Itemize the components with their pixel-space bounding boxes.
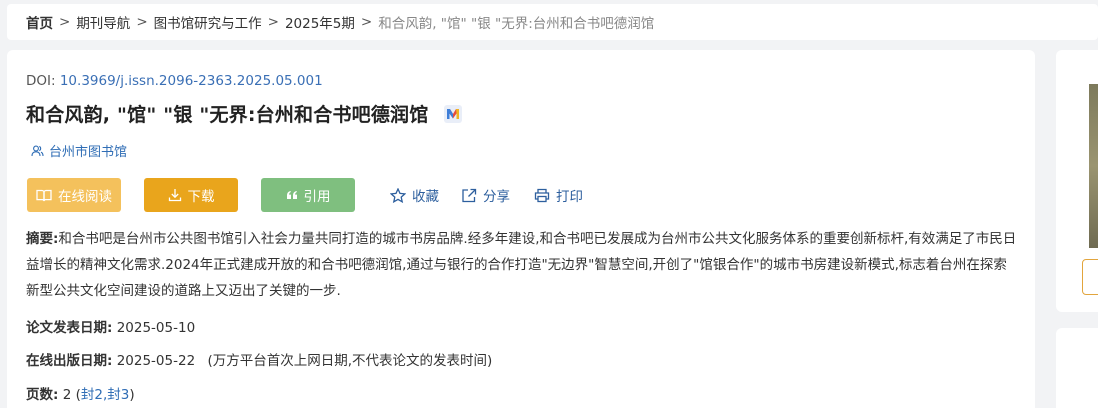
breadcrumb: 首页 > 期刊导航 > 图书馆研究与工作 > 2025年5期 > 和合风韵, "… — [7, 4, 1098, 40]
online-date-row: 在线出版日期: 2025-05-22 (万方平台首次上网日期,不代表论文的发表时… — [26, 349, 492, 369]
author-name: 台州市图书馆 — [49, 145, 128, 160]
doi-value[interactable]: 10.3969/j.issn.2096-2363.2025.05.001 — [60, 73, 323, 89]
breadcrumb-issue[interactable]: 2025年5期 — [285, 12, 355, 32]
read-online-label: 在线阅读 — [58, 189, 112, 205]
doi-line: DOI: 10.3969/j.issn.2096-2363.2025.05.00… — [26, 73, 323, 89]
share-label: 分享 — [483, 189, 510, 205]
download-button[interactable]: 下载 — [144, 178, 238, 212]
share-icon — [462, 188, 477, 202]
publish-date-label: 论文发表日期: — [26, 320, 113, 336]
cover-action-button[interactable] — [1082, 259, 1098, 295]
journal-cover-image[interactable] — [1089, 84, 1098, 248]
cite-label: 引用 — [303, 189, 331, 205]
pages-row: 页数: 2 (封2,封3) — [26, 383, 135, 403]
side-panel — [1056, 328, 1098, 408]
page-refs-close: ) — [129, 387, 135, 403]
publish-date-value: 2025-05-10 — [116, 320, 196, 336]
online-date-value: 2025-05-22 — [116, 353, 196, 369]
online-date-note: (万方平台首次上网日期,不代表论文的发表时间) — [207, 353, 493, 369]
share-button[interactable]: 分享 — [461, 178, 510, 212]
title-row: 和合风韵, "馆" "银 "无界:台州和合书吧德润馆 — [26, 100, 463, 127]
download-label: 下载 — [187, 189, 215, 205]
author-row[interactable]: 台州市图书馆 — [31, 141, 127, 160]
user-icon — [31, 145, 44, 156]
breadcrumb-separator: > — [59, 14, 71, 30]
breadcrumb-separator: > — [360, 14, 373, 30]
breadcrumb-current: 和合风韵, "馆" "银 "无界:台州和合书吧德润馆 — [378, 16, 655, 32]
pages-value: 2 — [62, 387, 72, 403]
breadcrumb-separator: > — [267, 14, 279, 30]
print-button[interactable]: 打印 — [534, 178, 583, 212]
read-online-button[interactable]: 在线阅读 — [27, 178, 121, 212]
star-icon — [390, 187, 406, 203]
abstract-label: 摘要: — [26, 231, 59, 247]
cover-card — [1056, 50, 1098, 312]
article-card: DOI: 10.3969/j.issn.2096-2363.2025.05.00… — [7, 50, 1035, 408]
download-icon — [168, 189, 181, 202]
breadcrumb-home[interactable]: 首页 — [26, 12, 53, 32]
breadcrumb-journal-nav[interactable]: 期刊导航 — [76, 12, 130, 32]
breadcrumb-journal[interactable]: 图书馆研究与工作 — [154, 12, 262, 32]
publish-date-row: 论文发表日期: 2025-05-10 — [26, 316, 195, 336]
page-refs-link[interactable]: 封2,封3 — [81, 387, 129, 403]
doi-label: DOI: — [26, 73, 60, 89]
book-icon — [36, 189, 52, 201]
printer-icon — [534, 188, 550, 202]
cite-button[interactable]: 引用 — [261, 178, 355, 212]
m-badge-icon[interactable] — [444, 104, 463, 123]
favorite-button[interactable]: 收藏 — [390, 178, 439, 212]
print-label: 打印 — [556, 189, 583, 205]
favorite-label: 收藏 — [412, 189, 439, 205]
article-title: 和合风韵, "馆" "银 "无界:台州和合书吧德润馆 — [26, 104, 429, 126]
quote-icon — [286, 191, 297, 199]
online-date-label: 在线出版日期: — [26, 353, 113, 369]
abstract: 摘要:和合书吧是台州市公共图书馆引入社会力量共同打造的城市书房品牌.经多年建设,… — [26, 226, 1018, 304]
breadcrumb-separator: > — [136, 14, 148, 30]
pages-label: 页数: — [26, 387, 59, 403]
abstract-text: 和合书吧是台州市公共图书馆引入社会力量共同打造的城市书房品牌.经多年建设,和合书… — [26, 231, 1017, 299]
